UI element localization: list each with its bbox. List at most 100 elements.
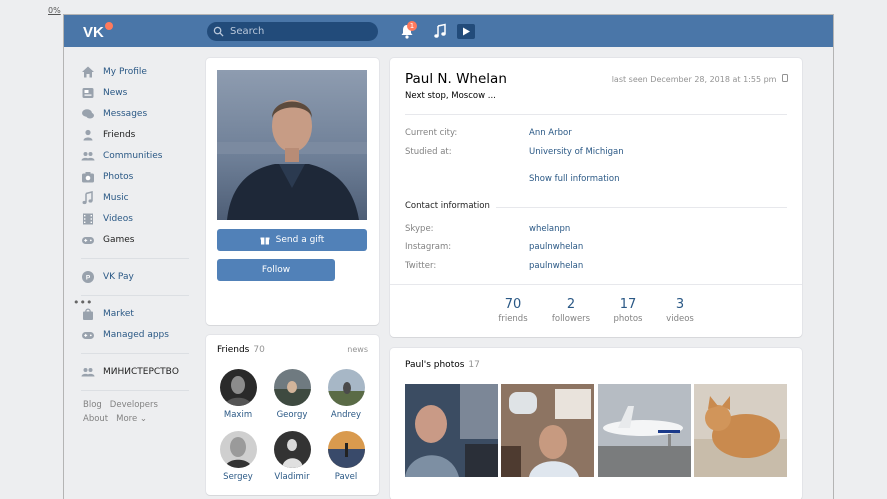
sidebar-divider bbox=[81, 353, 189, 354]
gamepad-icon bbox=[82, 236, 94, 244]
music-note-icon bbox=[82, 190, 93, 204]
sidebar-item-managed-apps[interactable]: Managed apps bbox=[78, 324, 196, 345]
profile-counters: 70 friends 2 followers 17 photos 3 video… bbox=[390, 284, 802, 337]
search-input[interactable]: Search bbox=[207, 22, 378, 41]
show-full-info-link[interactable]: Show full information bbox=[529, 174, 620, 184]
counter-videos[interactable]: 3 videos bbox=[650, 297, 710, 324]
info-row-instagram: Instagram: paulnwhelan bbox=[405, 242, 583, 252]
divider bbox=[405, 114, 787, 115]
friend-item[interactable]: Pavel bbox=[321, 431, 371, 482]
friend-item[interactable]: Georgy bbox=[267, 369, 317, 420]
friend-item[interactable]: Vladimir bbox=[267, 431, 317, 482]
notification-badge: 1 bbox=[407, 21, 417, 31]
friend-avatar bbox=[327, 369, 365, 406]
sidebar-item-label: Music bbox=[103, 192, 129, 203]
twitter-label: Twitter: bbox=[405, 261, 437, 271]
profile-name: Paul N. Whelan bbox=[405, 71, 507, 87]
sidebar-item-label: Messages bbox=[103, 108, 148, 119]
photos-title: Paul's photos bbox=[405, 360, 465, 370]
gift-icon bbox=[260, 237, 270, 245]
friends-header[interactable]: Friends 70 bbox=[217, 345, 265, 355]
profile-photo[interactable] bbox=[217, 70, 367, 220]
search-placeholder: Search bbox=[230, 26, 265, 37]
sidebar-item-label: Market bbox=[103, 308, 134, 319]
sidebar-item-label: My Profile bbox=[103, 66, 147, 77]
photo-thumbnail[interactable] bbox=[598, 384, 691, 477]
city-link[interactable]: Ann Arbor bbox=[529, 128, 572, 138]
sidebar-item-label: News bbox=[103, 87, 128, 98]
play-icon[interactable] bbox=[457, 24, 475, 39]
browser-frame: VK Search 1 ••• My Profile News Messages… bbox=[63, 14, 834, 499]
studied-link[interactable]: University of Michigan bbox=[529, 147, 624, 157]
sidebar-item-label: Videos bbox=[103, 213, 133, 224]
sidebar-item-friends[interactable]: Friends bbox=[78, 124, 196, 145]
sidebar-divider bbox=[81, 258, 189, 259]
sidebar-item-label: VK Pay bbox=[103, 271, 134, 282]
sidebar-item-news[interactable]: News bbox=[78, 82, 196, 103]
sidebar-item-my-profile[interactable]: My Profile bbox=[78, 61, 196, 82]
sidebar-item-games[interactable]: Games bbox=[78, 229, 196, 250]
sidebar-item-photos[interactable]: Photos bbox=[78, 166, 196, 187]
sidebar-item-messages[interactable]: Messages bbox=[78, 103, 196, 124]
messages-icon bbox=[82, 108, 94, 118]
vk-logo-icon[interactable]: VK bbox=[82, 21, 114, 41]
music-icon[interactable] bbox=[433, 23, 447, 39]
footer-more-link[interactable]: More ⌄ bbox=[116, 414, 147, 424]
counter-number: 2 bbox=[566, 297, 576, 312]
photos-count: 17 bbox=[468, 360, 480, 370]
city-label: Current city: bbox=[405, 128, 458, 138]
communities-icon bbox=[81, 151, 95, 160]
sidebar-item-ministry[interactable]: МИНИСТЕРСТВО bbox=[78, 361, 196, 382]
friends-icon bbox=[83, 129, 93, 140]
counter-photos[interactable]: 17 photos bbox=[598, 297, 658, 324]
friend-name: Pavel bbox=[334, 472, 358, 482]
footer-blog-link[interactable]: Blog bbox=[83, 400, 102, 410]
friends-news-link[interactable]: news bbox=[347, 345, 368, 354]
info-row-city: Current city: Ann Arbor bbox=[405, 128, 572, 138]
counter-label: friends bbox=[498, 314, 528, 324]
zoom-indicator[interactable]: 0% bbox=[48, 6, 61, 15]
phone-icon bbox=[782, 74, 788, 82]
sidebar-item-market[interactable]: Market bbox=[78, 303, 196, 324]
friend-item[interactable]: Maxim bbox=[213, 369, 263, 420]
counter-friends[interactable]: 70 friends bbox=[483, 297, 543, 324]
svg-text:P: P bbox=[86, 274, 91, 281]
sidebar-item-label: МИНИСТЕРСТВО bbox=[103, 366, 179, 377]
photos-header[interactable]: Paul's photos 17 bbox=[405, 360, 480, 370]
follow-button[interactable]: Follow bbox=[217, 259, 335, 281]
skype-label: Skype: bbox=[405, 224, 434, 234]
photo-thumbnail[interactable] bbox=[405, 384, 498, 477]
market-bag-icon bbox=[83, 307, 93, 320]
follow-label: Follow bbox=[261, 265, 291, 275]
profile-status: Next stop, Moscow ... bbox=[405, 91, 496, 101]
info-row-skype: Skype: whelanpn bbox=[405, 224, 570, 234]
friends-card: Friends 70 news Maxim Georgy Andrey Serge… bbox=[206, 335, 379, 495]
photo-thumbnail[interactable] bbox=[501, 384, 594, 477]
top-header: VK Search 1 bbox=[64, 15, 833, 47]
search-icon bbox=[213, 26, 224, 37]
instagram-link[interactable]: paulnwhelan bbox=[529, 242, 583, 252]
photos-card: Paul's photos 17 bbox=[390, 348, 802, 499]
info-row-show-full: Show full information bbox=[405, 174, 620, 184]
footer-developers-link[interactable]: Developers bbox=[110, 400, 158, 410]
sidebar-item-vk-pay[interactable]: P VK Pay bbox=[78, 266, 196, 287]
camera-icon bbox=[82, 171, 94, 182]
friend-avatar bbox=[273, 369, 311, 406]
send-gift-button[interactable]: Send a gift bbox=[217, 229, 367, 251]
left-sidebar: My Profile News Messages Friends Communi… bbox=[78, 61, 196, 426]
friend-name: Georgy bbox=[276, 410, 308, 420]
twitter-link[interactable]: paulnwhelan bbox=[529, 261, 583, 271]
counter-followers[interactable]: 2 followers bbox=[541, 297, 601, 324]
footer-about-link[interactable]: About bbox=[83, 414, 108, 424]
sidebar-divider bbox=[81, 390, 189, 391]
sidebar-item-label: Friends bbox=[103, 129, 136, 140]
friend-item[interactable]: Andrey bbox=[321, 369, 371, 420]
photo-thumbnail[interactable] bbox=[694, 384, 787, 477]
friend-item[interactable]: Sergey bbox=[213, 431, 263, 482]
instagram-label: Instagram: bbox=[405, 242, 452, 252]
sidebar-item-communities[interactable]: Communities bbox=[78, 145, 196, 166]
sidebar-item-videos[interactable]: Videos bbox=[78, 208, 196, 229]
avatar-card: Send a gift Follow bbox=[206, 58, 379, 325]
skype-link[interactable]: whelanpn bbox=[529, 224, 570, 234]
sidebar-item-music[interactable]: Music bbox=[78, 187, 196, 208]
